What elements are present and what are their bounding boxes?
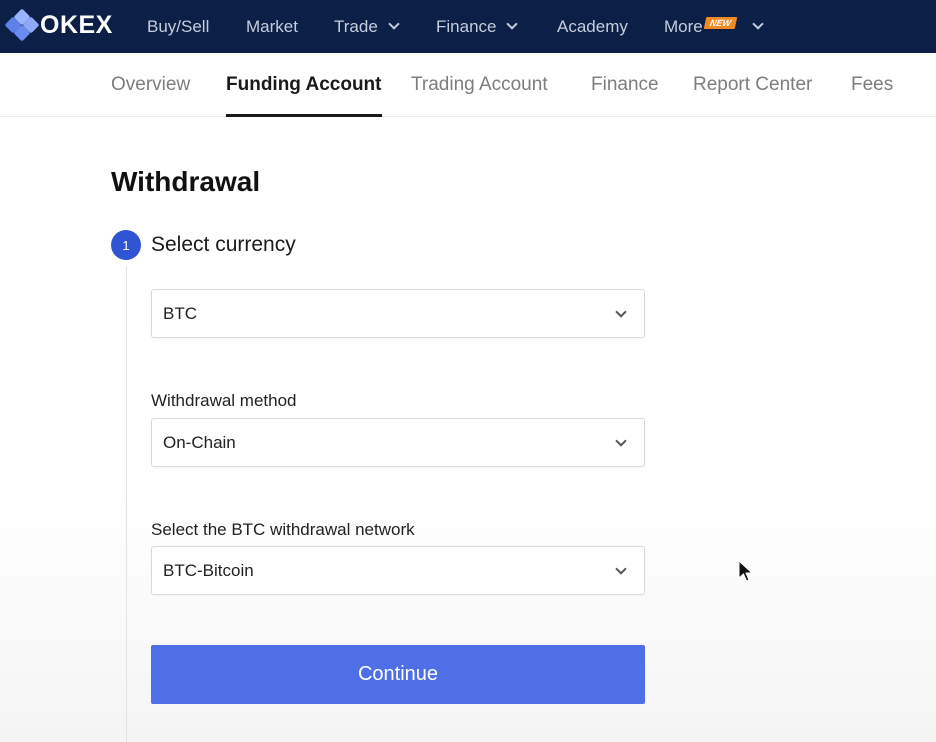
withdrawal-network-select[interactable]: BTC-Bitcoin: [151, 546, 645, 595]
nav-buy-sell-label: Buy/Sell: [147, 16, 210, 36]
chevron-down-icon: [615, 435, 627, 447]
tab-fees[interactable]: Fees: [851, 53, 893, 117]
step-connector-line: [126, 266, 127, 742]
withdrawal-network-label: Select the BTC withdrawal network: [151, 520, 415, 539]
withdrawal-method-select[interactable]: On-Chain: [151, 418, 645, 467]
nav-buy-sell[interactable]: Buy/Sell: [147, 0, 209, 53]
continue-button[interactable]: Continue: [151, 645, 645, 704]
step-label: Select currency: [151, 233, 296, 256]
step-header: 1 Select currency: [111, 230, 296, 260]
chevron-down-icon: [752, 18, 764, 30]
nav-trade[interactable]: Trade: [334, 0, 400, 53]
nav-market-label: Market: [246, 16, 298, 36]
brand-name: OKEX: [40, 10, 113, 39]
okex-logo[interactable]: OKEX: [4, 8, 113, 42]
withdrawal-method-label: Withdrawal method: [151, 391, 297, 410]
nav-finance[interactable]: Finance: [436, 0, 519, 53]
new-badge: NEW: [703, 16, 738, 29]
chevron-down-icon: [615, 306, 627, 318]
tab-finance[interactable]: Finance: [591, 53, 659, 117]
nav-academy[interactable]: Academy: [557, 0, 628, 53]
currency-select-value: BTC: [163, 303, 197, 323]
nav-more-label: More: [664, 16, 703, 36]
nav-market[interactable]: Market: [246, 0, 298, 53]
account-tabs: Overview Funding Account Trading Account…: [0, 53, 936, 117]
step-number-badge: 1: [111, 230, 141, 260]
chevron-down-icon: [615, 563, 627, 575]
nav-trade-label: Trade: [334, 16, 378, 36]
nav-academy-label: Academy: [557, 16, 628, 36]
okex-logo-icon: [4, 8, 40, 42]
chevron-down-icon: [388, 18, 400, 30]
nav-more[interactable]: More NEW: [664, 0, 764, 53]
top-nav-bar: OKEX Buy/Sell Market Trade Finance Acade…: [0, 0, 936, 53]
nav-finance-label: Finance: [436, 16, 497, 36]
chevron-down-icon: [506, 18, 519, 30]
withdrawal-network-value: BTC-Bitcoin: [163, 560, 254, 580]
tab-overview[interactable]: Overview: [111, 53, 190, 117]
tab-funding-account[interactable]: Funding Account: [226, 53, 382, 117]
tab-trading-account[interactable]: Trading Account: [411, 53, 548, 117]
withdrawal-method-value: On-Chain: [163, 432, 236, 452]
page-title: Withdrawal: [111, 166, 261, 197]
mouse-pointer-icon: [738, 560, 754, 582]
tab-report-center[interactable]: Report Center: [693, 53, 812, 117]
currency-select[interactable]: BTC: [151, 289, 645, 338]
